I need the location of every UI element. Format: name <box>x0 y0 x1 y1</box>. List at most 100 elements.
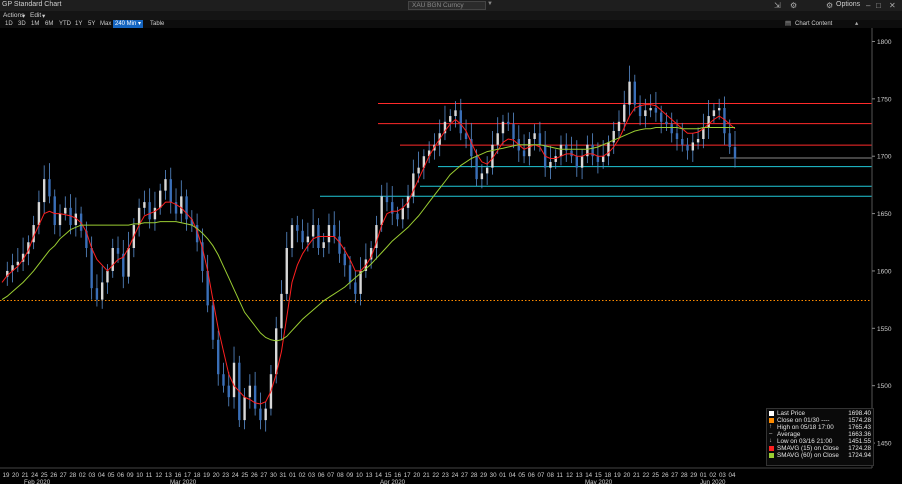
price-bar <box>601 156 605 162</box>
x-day-label: 16 <box>174 472 181 479</box>
x-day-label: 12 <box>566 472 573 479</box>
x-day-label: 19 <box>614 472 621 479</box>
ticker-dropdown-icon[interactable]: ▼ <box>487 1 493 7</box>
price-bar <box>100 282 104 300</box>
x-day-label: 24 <box>451 472 458 479</box>
title-bar: GP Standard Chart XAU BGN Curncy ▼ ⇲ ⚙ ⚙… <box>0 0 902 11</box>
horizontal-levels: 1745.981728.391709.671698.401690.941673.… <box>0 99 902 301</box>
price-bar <box>333 225 336 237</box>
gear-icon[interactable]: ⚙ <box>826 1 833 10</box>
edit-menu[interactable]: Edit <box>30 12 41 19</box>
x-month-label: Mar 2020 <box>170 479 197 484</box>
price-bar <box>475 156 478 180</box>
x-day-label: 14 <box>375 472 382 479</box>
legend-swatch <box>769 446 774 451</box>
x-day-label: 29 <box>480 472 487 479</box>
options-menu[interactable]: Options <box>836 1 860 8</box>
legend-swatch <box>769 411 774 416</box>
price-bar <box>64 207 67 214</box>
price-bar <box>501 121 505 134</box>
legend-row: Last Price 1698.40 <box>769 410 871 417</box>
x-day-label: 22 <box>643 472 650 479</box>
period-5y-button[interactable]: 5Y <box>86 20 97 28</box>
price-bar <box>180 196 183 214</box>
legend-label: Low on 03/16 21:00 <box>777 438 833 445</box>
x-day-label: 27 <box>461 472 468 479</box>
price-bar <box>570 150 573 157</box>
price-bar <box>37 202 41 226</box>
interval-select[interactable]: 240 Min ▾ <box>113 20 144 28</box>
x-day-label: 05 <box>108 472 115 479</box>
x-day-label: 25 <box>41 472 48 479</box>
x-day-label: 06 <box>528 472 535 479</box>
x-day-label: 25 <box>241 472 248 479</box>
x-day-label: 21 <box>633 472 640 479</box>
price-bar <box>728 133 731 148</box>
price-bars <box>6 65 737 432</box>
actions-dropdown-icon[interactable]: ▾ <box>22 12 25 20</box>
x-day-label: 18 <box>604 472 611 479</box>
price-bar <box>733 147 737 159</box>
x-day-label: 08 <box>337 472 344 479</box>
price-bar <box>169 179 172 203</box>
edit-dropdown-icon[interactable]: ▾ <box>42 12 45 20</box>
price-bar <box>380 196 383 226</box>
x-day-label: 01 <box>499 472 506 479</box>
x-day-label: 21 <box>423 472 430 479</box>
price-bar <box>396 213 399 220</box>
price-bar <box>654 108 658 113</box>
period-6m-button[interactable]: 6M <box>43 20 55 28</box>
interval-label: 240 Min <box>115 21 137 27</box>
price-bar <box>243 397 246 421</box>
x-day-label: 20 <box>213 472 220 479</box>
price-bar <box>248 385 252 398</box>
close-icon[interactable]: ✕ <box>889 1 896 10</box>
x-day-label: 17 <box>404 472 411 479</box>
x-day-label: 26 <box>251 472 258 479</box>
chart-content-icon[interactable]: ▤ <box>785 20 791 28</box>
price-bar <box>227 385 230 398</box>
price-bar <box>580 156 584 168</box>
legend-value: 1663.36 <box>848 431 871 438</box>
price-bar <box>116 248 120 254</box>
x-day-label: 10 <box>136 472 143 479</box>
x-day-label: 11 <box>146 472 153 479</box>
period-1d-button[interactable]: 1D <box>3 20 15 28</box>
x-day-label: 30 <box>270 472 277 479</box>
settings-icon[interactable]: ⚙ <box>790 1 797 10</box>
x-day-label: 27 <box>671 472 678 479</box>
x-day-label: 13 <box>165 472 172 479</box>
share-icon[interactable]: ⇲ <box>774 1 781 10</box>
collapse-icon[interactable]: ▴ <box>855 20 858 28</box>
x-day-label: 16 <box>394 472 401 479</box>
period-max-button[interactable]: Max <box>98 20 113 28</box>
period-1y-button[interactable]: 1Y <box>73 20 84 28</box>
minimize-icon[interactable]: – <box>866 1 870 10</box>
price-bar <box>507 121 510 125</box>
table-button[interactable]: Table <box>148 20 166 28</box>
legend-row: ↓ Low on 03/16 21:00 1451.55 <box>769 438 871 445</box>
x-day-label: 07 <box>537 472 544 479</box>
period-ytd-button[interactable]: YTD <box>57 20 73 28</box>
price-bar <box>232 362 236 398</box>
price-bar <box>681 139 684 145</box>
ticker-input[interactable]: XAU BGN Curncy <box>408 1 486 10</box>
legend-swatch: – <box>769 431 773 437</box>
maximize-icon[interactable]: □ <box>876 1 881 10</box>
period-3d-button[interactable]: 3D <box>16 20 28 28</box>
price-bar <box>712 110 716 117</box>
price-bar <box>512 124 515 139</box>
legend-label: High on 05/18 17:00 <box>777 424 834 431</box>
price-bar <box>95 288 99 300</box>
x-day-label: 31 <box>280 472 287 479</box>
chart-content-button[interactable]: Chart Content <box>795 20 832 28</box>
price-bar <box>301 230 304 243</box>
x-day-label: 29 <box>690 472 697 479</box>
x-month-label: Apr 2020 <box>380 479 406 484</box>
price-bar <box>596 156 600 162</box>
period-1m-button[interactable]: 1M <box>29 20 41 28</box>
x-day-label: 07 <box>327 472 334 479</box>
y-tick-label: 1500 <box>877 383 892 390</box>
price-bar <box>259 408 262 421</box>
price-bar <box>280 293 283 329</box>
